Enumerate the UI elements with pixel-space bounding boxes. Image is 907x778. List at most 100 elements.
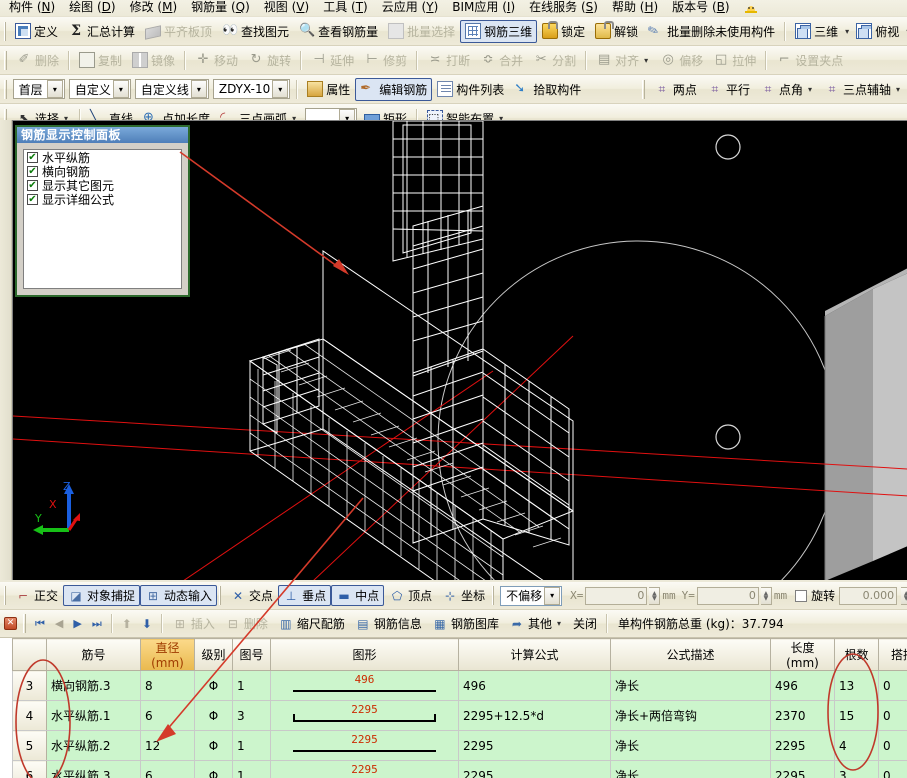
- count-cell[interactable]: 13: [834, 670, 879, 701]
- column-header-6[interactable]: 计算公式: [458, 638, 611, 671]
- rotate-checkbox[interactable]: [795, 589, 808, 602]
- axis-button-平行[interactable]: ⌗ 平行: [702, 78, 755, 101]
- snap-toggle-中点[interactable]: ▬ 中点: [331, 585, 385, 606]
- lap-cell[interactable]: 0: [878, 760, 907, 778]
- toolbar-button-钢筋三维[interactable]: 钢筋三维: [460, 19, 538, 43]
- chevron-down-icon[interactable]: ▾: [190, 80, 207, 98]
- length-cell[interactable]: 2370: [770, 700, 835, 731]
- shape-no-cell[interactable]: 1: [232, 670, 271, 701]
- table-row[interactable]: 5 水平纵筋.2 12 Φ 1 2295 2295 净长 2295 4 0: [12, 730, 907, 761]
- row-number-cell[interactable]: 5: [12, 730, 47, 761]
- chevron-down-icon[interactable]: ▾: [272, 80, 289, 98]
- toolbar-button-查看钢筋量[interactable]: 🔍 查看钢筋量: [294, 20, 383, 43]
- combo-floor[interactable]: 首层 ▾: [12, 79, 65, 99]
- rebar-button-钢筋图库[interactable]: ▦ 钢筋图库: [427, 612, 504, 635]
- formula-cell[interactable]: 2295+12.5*d: [458, 700, 611, 731]
- nav-first-record-icon[interactable]: ⏮: [30, 617, 50, 631]
- menu-item-9[interactable]: 帮助 (H): [605, 0, 665, 15]
- checkbox-2[interactable]: ✔: [27, 179, 38, 191]
- 3d-viewport[interactable]: 钢筋显示控制面板 ✔ 水平纵筋 ✔ 横向钢筋 ✔ 显示其它图元 ✔ 显示详细公式 X Y Z: [12, 120, 907, 580]
- column-header-7[interactable]: 公式描述: [610, 638, 771, 671]
- chevron-down-icon[interactable]: ▾: [46, 80, 63, 98]
- chevron-down-icon[interactable]: ▾: [555, 619, 563, 628]
- status-toggle-正交[interactable]: ⌐ 正交: [10, 585, 63, 606]
- shape-cell-wrap[interactable]: 2295: [270, 760, 459, 778]
- toolbar-button-汇总计算[interactable]: Σ 汇总计算: [63, 20, 140, 43]
- column-header-3[interactable]: 级别: [194, 638, 233, 671]
- component-button-拾取构件[interactable]: ➘ 拾取构件: [509, 78, 586, 101]
- menu-item-4[interactable]: 视图 (V): [257, 0, 316, 15]
- rebar-name-cell[interactable]: 水平纵筋.3: [46, 760, 141, 778]
- count-cell[interactable]: 15: [834, 700, 879, 731]
- description-cell[interactable]: 净长: [610, 670, 771, 701]
- combo-component-name[interactable]: ZDYX-10 ▾: [212, 79, 291, 99]
- rebar-button-缩尺配筋[interactable]: ▥ 缩尺配筋: [273, 612, 350, 635]
- rebar-name-cell[interactable]: 横向钢筋.3: [46, 670, 141, 701]
- shape-no-cell[interactable]: 1: [232, 760, 271, 778]
- rebar-name-cell[interactable]: 水平纵筋.2: [46, 730, 141, 761]
- offset-mode-combo[interactable]: 不偏移 ▾: [500, 585, 563, 606]
- diameter-cell[interactable]: 6: [140, 700, 195, 731]
- snap-toggle-顶点[interactable]: ⬠ 顶点: [384, 585, 437, 606]
- status-toggle-动态输入[interactable]: ⊞ 动态输入: [140, 585, 218, 606]
- grade-cell[interactable]: Φ: [194, 700, 233, 731]
- diameter-cell[interactable]: 6: [140, 760, 195, 778]
- length-cell[interactable]: 2295: [770, 760, 835, 778]
- chevron-down-icon[interactable]: ▾: [843, 27, 851, 36]
- shape-cell-wrap[interactable]: 496: [270, 670, 459, 701]
- move-down-icon[interactable]: ⬇: [137, 617, 157, 631]
- column-header-0[interactable]: [12, 638, 47, 671]
- description-cell[interactable]: 净长: [610, 760, 771, 778]
- formula-cell[interactable]: 2295: [458, 760, 611, 778]
- toolbar-button-锁定[interactable]: 锁定: [537, 20, 590, 43]
- rotate-spinner[interactable]: ▲▼: [901, 586, 907, 605]
- rotate-input[interactable]: 0.000: [839, 586, 898, 605]
- formula-cell[interactable]: 496: [458, 670, 611, 701]
- combo-component-type[interactable]: 自定义 ▾: [68, 79, 131, 99]
- column-header-10[interactable]: 搭接: [878, 638, 907, 671]
- checkbox-3[interactable]: ✔: [27, 193, 38, 205]
- status-toggle-对象捕捉[interactable]: ◪ 对象捕捉: [63, 585, 141, 606]
- row-number-cell[interactable]: 3: [12, 670, 47, 701]
- axis-button-三点辅轴[interactable]: ⌗ 三点辅轴 ▾: [819, 78, 907, 101]
- menu-item-7[interactable]: BIM应用 (I): [445, 0, 522, 15]
- chevron-down-icon[interactable]: ▾: [806, 85, 814, 94]
- view-button-俯视[interactable]: 俯视: [851, 20, 904, 43]
- rebar-name-cell[interactable]: 水平纵筋.1: [46, 700, 141, 731]
- length-cell[interactable]: 496: [770, 670, 835, 701]
- checkbox-0[interactable]: ✔: [27, 151, 38, 163]
- x-coordinate-input[interactable]: 0: [585, 586, 648, 605]
- chevron-down-icon[interactable]: ▾: [544, 586, 561, 605]
- lap-cell[interactable]: 0: [878, 670, 907, 701]
- column-header-2[interactable]: 直径 (mm): [140, 638, 195, 671]
- menu-item-3[interactable]: 钢筋量 (Q): [184, 0, 257, 15]
- axis-button-两点[interactable]: ⌗ 两点: [649, 78, 702, 101]
- close-panel-icon[interactable]: ✕: [4, 617, 17, 630]
- count-cell[interactable]: 3: [834, 760, 879, 778]
- toolbar-button-解锁[interactable]: 解锁: [590, 20, 643, 43]
- grade-cell[interactable]: Φ: [194, 730, 233, 761]
- y-coordinate-spinner[interactable]: ▲ ▼: [760, 586, 772, 605]
- column-header-4[interactable]: 图号: [232, 638, 271, 671]
- menu-item-8[interactable]: 在线服务 (S): [522, 0, 605, 15]
- y-coordinate-input[interactable]: 0: [696, 586, 759, 605]
- shape-no-cell[interactable]: 1: [232, 730, 271, 761]
- snap-toggle-垂点[interactable]: ⊥ 垂点: [278, 585, 332, 606]
- checkbox-1[interactable]: ✔: [27, 165, 38, 177]
- menu-item-0[interactable]: 构件 (N): [2, 0, 62, 15]
- axis-button-点角[interactable]: ⌗ 点角 ▾: [755, 78, 819, 101]
- combo-component-sub[interactable]: 自定义线 ▾: [134, 79, 209, 99]
- rebar-table-container[interactable]: 筋号直径 (mm)级别图号图形计算公式公式描述长度 (mm)根数搭接 3横向钢筋…: [0, 638, 907, 778]
- column-header-5[interactable]: 图形: [270, 638, 459, 671]
- menu-item-2[interactable]: 修改 (M): [123, 0, 185, 15]
- description-cell[interactable]: 净长: [610, 730, 771, 761]
- menu-item-1[interactable]: 绘图 (D): [62, 0, 122, 15]
- rebar-display-control-panel[interactable]: 钢筋显示控制面板 ✔ 水平纵筋 ✔ 横向钢筋 ✔ 显示其它图元 ✔ 显示详细公式: [15, 125, 190, 297]
- control-option-3[interactable]: ✔ 显示详细公式: [24, 192, 181, 207]
- lap-cell[interactable]: 0: [878, 730, 907, 761]
- length-cell[interactable]: 2295: [770, 730, 835, 761]
- toolbar-button-定义[interactable]: 定义: [10, 20, 63, 43]
- table-row[interactable]: 3 横向钢筋.3 8 Φ 1 496 496 净长 496 13 0: [12, 670, 907, 701]
- rebar-button-钢筋信息[interactable]: ▤ 钢筋信息: [350, 612, 427, 635]
- nav-next-record-icon[interactable]: ▶: [68, 617, 86, 630]
